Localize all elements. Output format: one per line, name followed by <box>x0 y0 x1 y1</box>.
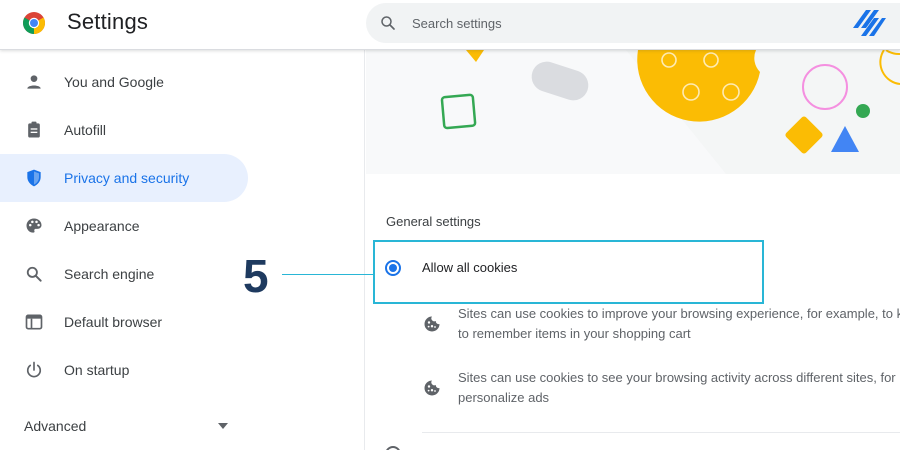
sidebar-item-privacy-and-security[interactable]: Privacy and security <box>0 154 248 202</box>
cookie-info-line: Sites can use cookies to see your browsi… <box>458 370 896 385</box>
cookie-info-line: personalize ads <box>458 390 550 405</box>
sidebar-item-you-and-google[interactable]: You and Google <box>0 58 248 106</box>
clipboard-icon <box>28 121 40 138</box>
cookie-info-line: Sites can use cookies to improve your br… <box>458 306 900 321</box>
sidebar-item-label: Search engine <box>64 266 155 282</box>
cookie-icon <box>424 380 440 396</box>
chrome-logo-icon <box>23 12 45 34</box>
search-box[interactable] <box>366 3 900 43</box>
browser-window-icon <box>25 314 43 330</box>
sidebar-item-autofill[interactable]: Autofill <box>0 106 248 154</box>
privacy-illustration <box>366 50 900 174</box>
search-icon <box>26 266 42 282</box>
search-input[interactable] <box>412 3 832 43</box>
advanced-section-toggle[interactable]: Advanced <box>0 402 248 450</box>
tutorial-connector-line <box>282 274 374 275</box>
person-icon <box>27 75 41 89</box>
radio-button-unselected[interactable] <box>385 446 401 450</box>
shield-icon <box>27 169 41 187</box>
sidebar-item-appearance[interactable]: Appearance <box>0 202 248 250</box>
tutorial-highlight-box <box>373 240 764 304</box>
cookie-info-text: Sites can use cookies to see your browsi… <box>458 368 900 408</box>
caret-down-icon <box>218 423 228 429</box>
sidebar-item-label: Privacy and security <box>64 170 190 186</box>
top-bar: Settings <box>0 0 900 50</box>
sidebar-item-on-startup[interactable]: On startup <box>0 346 248 394</box>
divider <box>422 432 900 433</box>
sidebar-item-label: Autofill <box>64 122 107 138</box>
cookie-icon <box>424 316 440 332</box>
search-icon <box>381 16 395 30</box>
sidebar-item-label: You and Google <box>64 74 164 90</box>
palette-icon <box>26 218 42 233</box>
sidebar-item-label: Appearance <box>64 218 140 234</box>
brand-logo-icon <box>853 10 886 36</box>
page-title: Settings <box>67 9 149 34</box>
cookie-info-line: to remember items in your shopping cart <box>458 326 691 341</box>
section-title: General settings <box>386 214 481 229</box>
sidebar-item-default-browser[interactable]: Default browser <box>0 298 248 346</box>
power-icon <box>26 361 42 378</box>
tutorial-step-number: 5 <box>243 250 269 302</box>
advanced-label: Advanced <box>24 418 87 434</box>
cookie-info-text: Sites can use cookies to improve your br… <box>458 304 900 344</box>
sidebar-item-label: Default browser <box>64 314 163 330</box>
sidebar-item-label: On startup <box>64 362 130 378</box>
sidebar-item-search-engine[interactable]: Search engine <box>0 250 248 298</box>
sidebar: You and Google Autofill Privacy and secu… <box>0 50 365 450</box>
